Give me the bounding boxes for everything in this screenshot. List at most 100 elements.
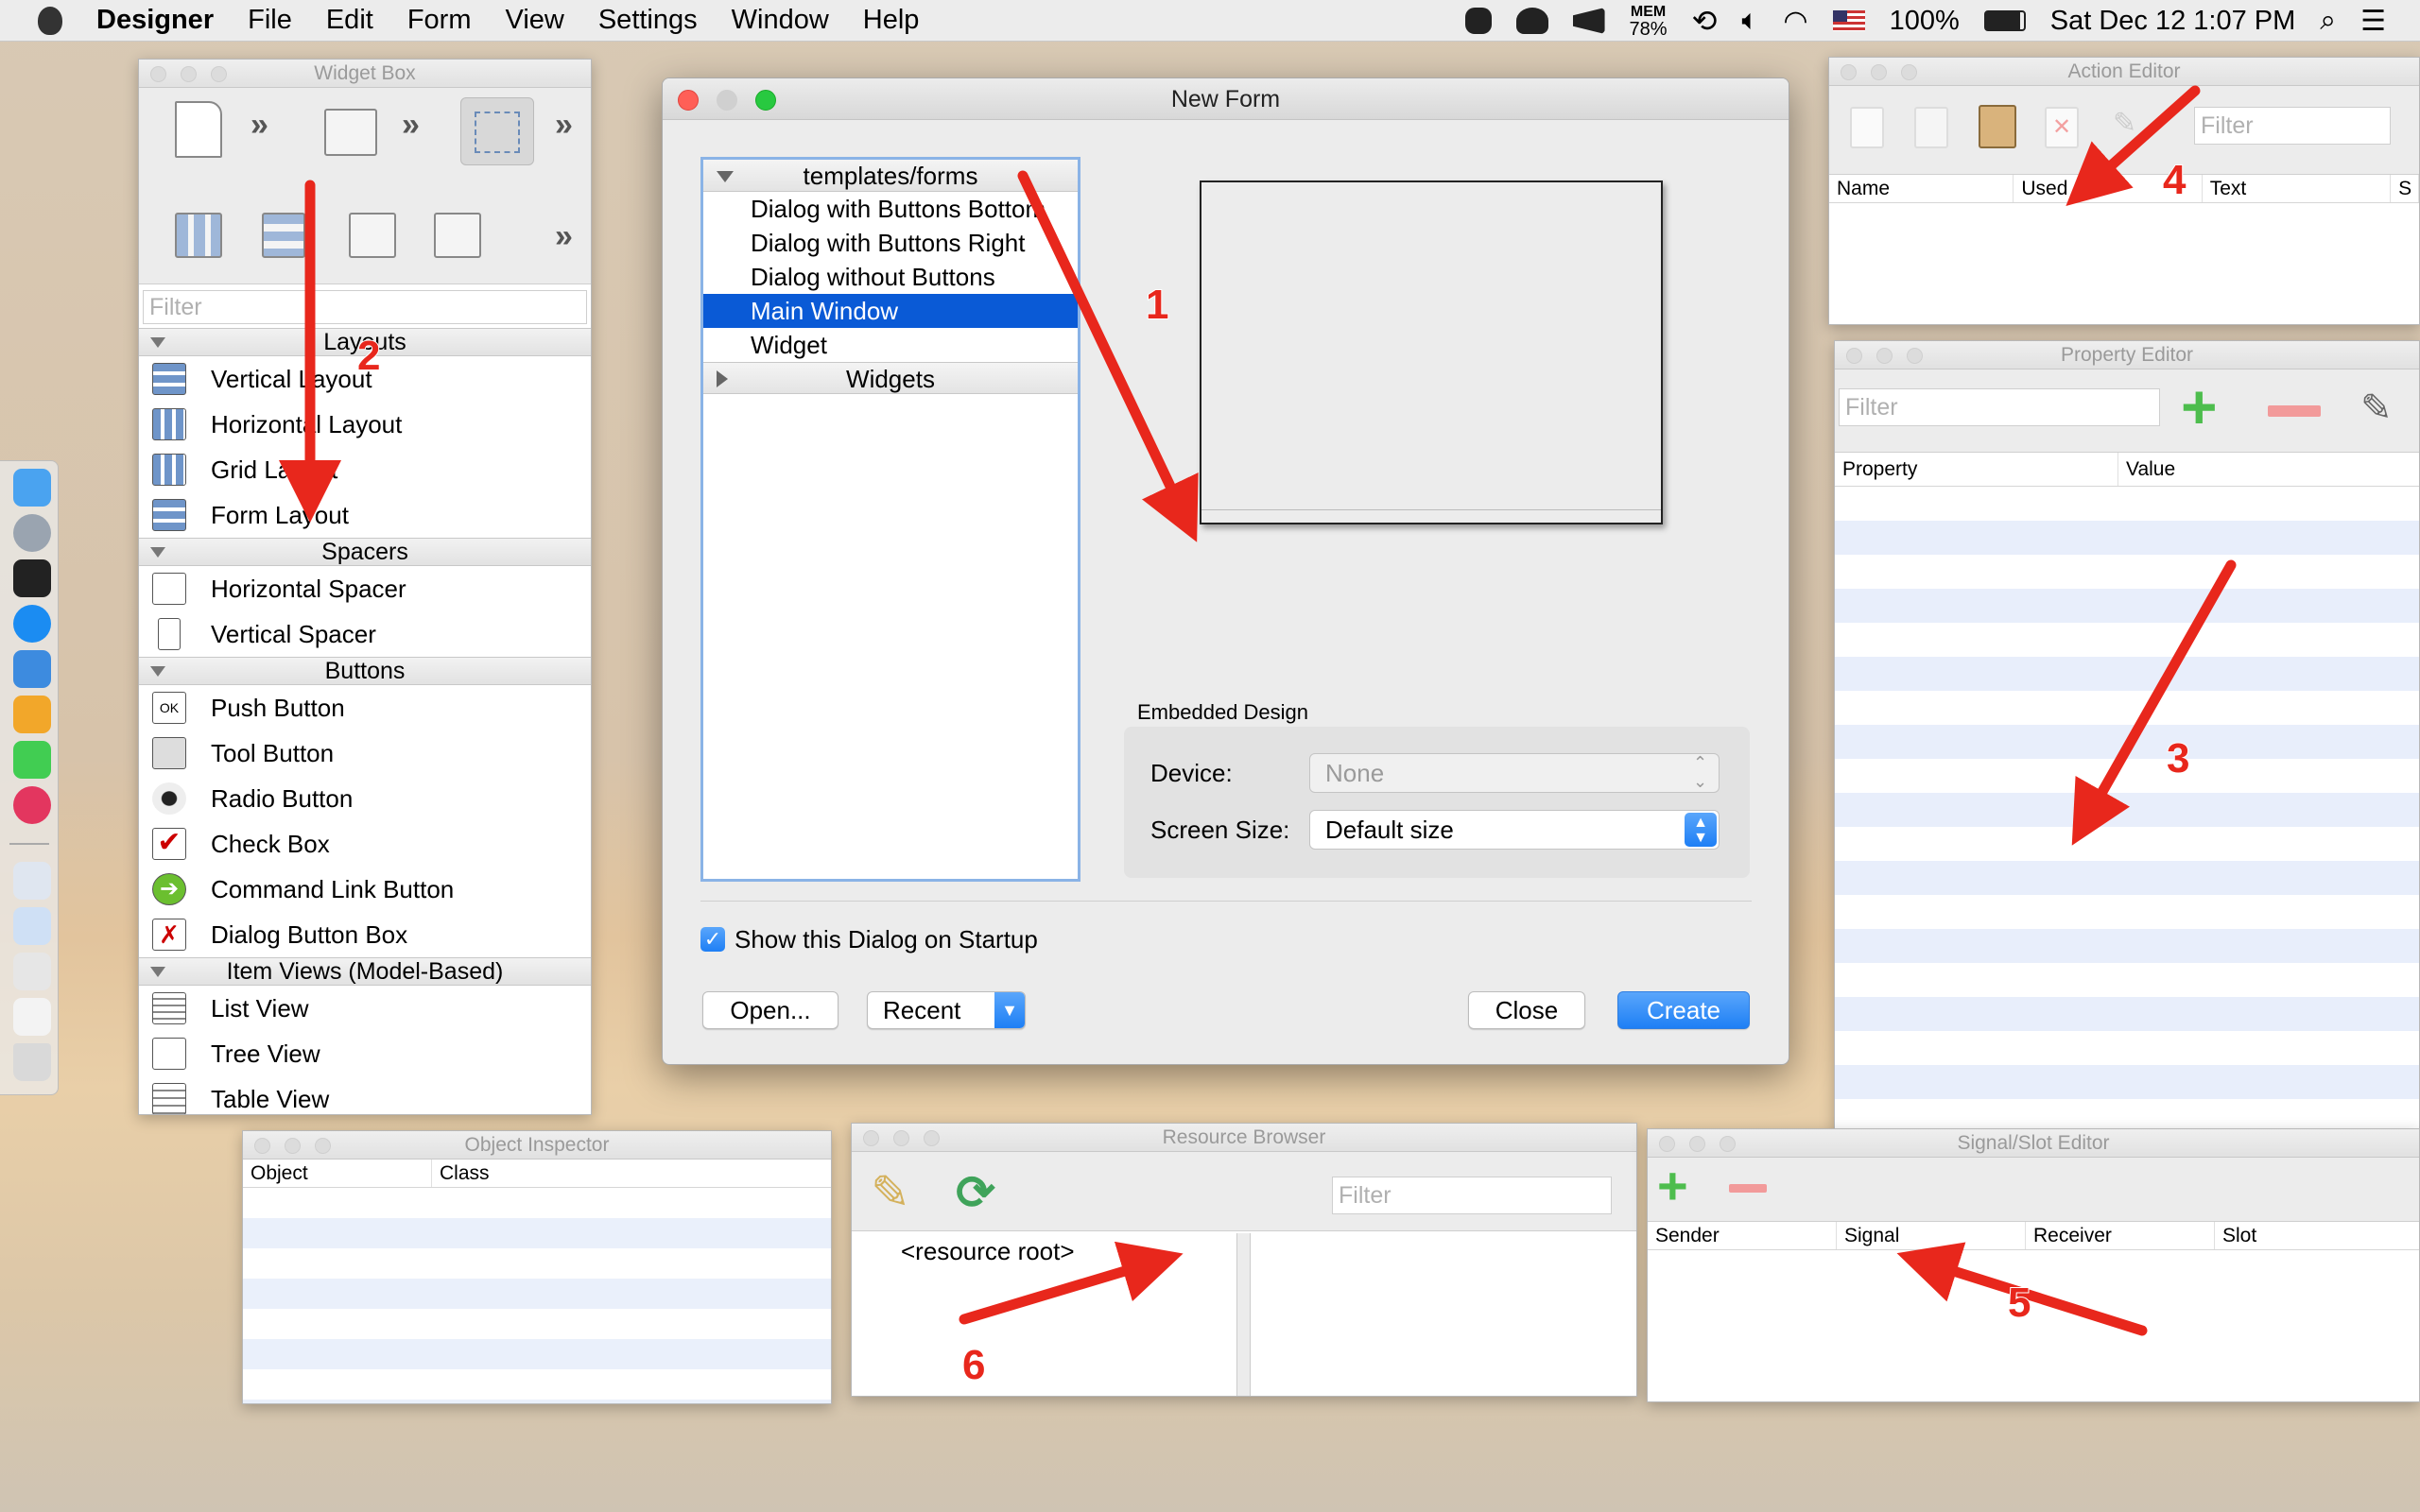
layout-horizontal-icon[interactable] <box>175 213 222 258</box>
widget-item[interactable]: Horizontal Layout <box>139 402 591 447</box>
menu-window[interactable]: Window <box>732 5 829 36</box>
widget-item[interactable]: ✗ Dialog Button Box <box>139 912 591 957</box>
property-filter-input[interactable]: Filter <box>1839 388 2160 426</box>
minimize-icon[interactable] <box>717 90 737 111</box>
minimize-icon[interactable] <box>1876 348 1893 364</box>
minimize-icon[interactable] <box>1689 1136 1705 1152</box>
object-inspector-titlebar[interactable]: Object Inspector <box>243 1131 831 1160</box>
template-tree[interactable]: templates/forms Dialog with Buttons Bott… <box>700 157 1080 882</box>
column-header[interactable]: Property <box>1835 453 2118 486</box>
edit-resources-icon[interactable]: ✎ <box>871 1165 910 1220</box>
template-item[interactable]: Widget <box>703 328 1078 362</box>
widget-item[interactable]: Tool Button <box>139 730 591 776</box>
column-header[interactable]: Sender <box>1648 1222 1837 1249</box>
finder-icon[interactable] <box>13 469 51 507</box>
column-header[interactable]: Object <box>243 1160 432 1187</box>
zoom-icon[interactable] <box>1907 348 1923 364</box>
action-editor-titlebar[interactable]: Action Editor <box>1829 58 2419 86</box>
qt-icon[interactable] <box>13 741 51 779</box>
remove-connection-icon[interactable] <box>1729 1184 1767 1193</box>
widget-item[interactable]: Radio Button <box>139 776 591 821</box>
minimize-icon[interactable] <box>1871 64 1887 80</box>
widget-item[interactable]: Grid Layout <box>139 447 591 492</box>
input-source-flag-icon[interactable] <box>1832 10 1865 31</box>
menu-help[interactable]: Help <box>863 5 920 36</box>
column-header[interactable]: Name <box>1829 175 2014 202</box>
remove-property-icon[interactable] <box>2268 405 2321 417</box>
zoom-icon[interactable] <box>315 1138 331 1154</box>
widget-item[interactable]: Form Layout <box>139 492 591 538</box>
minimize-icon[interactable] <box>181 66 197 82</box>
volume-icon[interactable]: 🔈︎ <box>1741 5 1758 37</box>
menu-settings[interactable]: Settings <box>598 5 698 36</box>
create-button[interactable]: Create <box>1617 991 1750 1029</box>
menu-file[interactable]: File <box>248 5 292 36</box>
close-button[interactable]: Close <box>1468 991 1585 1029</box>
zoom-icon[interactable] <box>1901 64 1917 80</box>
more-chevron-icon[interactable]: » <box>555 107 573 144</box>
category-spacers[interactable]: Spacers <box>139 538 591 566</box>
open-button[interactable]: Open... <box>702 991 838 1029</box>
app-icon[interactable] <box>13 786 51 824</box>
resource-root-item[interactable]: <resource root> <box>852 1233 1236 1266</box>
evernote-icon[interactable] <box>1464 8 1492 34</box>
resource-filter-input[interactable]: Filter <box>1332 1177 1612 1214</box>
add-connection-icon[interactable]: + <box>1657 1160 1688 1212</box>
zoom-icon[interactable] <box>755 90 776 111</box>
delete-action-icon[interactable]: ✕ <box>2045 107 2079 148</box>
more-chevron-icon[interactable]: » <box>402 107 420 144</box>
hat-icon[interactable] <box>1515 8 1548 34</box>
more-chevron-icon[interactable]: » <box>251 107 268 144</box>
widget-item[interactable]: Table View <box>139 1076 591 1114</box>
close-icon[interactable] <box>1659 1136 1675 1152</box>
widget-item[interactable]: Tree View <box>139 1031 591 1076</box>
category-buttons[interactable]: Buttons <box>139 657 591 685</box>
configure-icon[interactable]: ✎ <box>2113 107 2154 148</box>
splitter-handle[interactable] <box>1237 1233 1251 1396</box>
minimize-icon[interactable] <box>893 1130 909 1146</box>
recent-button[interactable]: Recent ▼ <box>867 991 1026 1029</box>
resource-browser-titlebar[interactable]: Resource Browser <box>852 1124 1636 1152</box>
menu-edit[interactable]: Edit <box>326 5 373 36</box>
horseshoe-icon[interactable] <box>13 696 51 733</box>
stepper-icon[interactable]: ▲ ▼ <box>1685 813 1717 847</box>
widget-item[interactable]: Vertical Spacer <box>139 611 591 657</box>
close-icon[interactable] <box>1841 64 1857 80</box>
template-item[interactable]: Dialog with Buttons Right <box>703 226 1078 260</box>
category-item-views[interactable]: Item Views (Model-Based) <box>139 957 591 986</box>
action-filter-input[interactable]: Filter <box>2194 107 2391 145</box>
menu-view[interactable]: View <box>506 5 564 36</box>
column-header[interactable]: S <box>2391 175 2419 202</box>
widget-item[interactable]: List View <box>139 986 591 1031</box>
window-icon[interactable] <box>13 953 51 990</box>
close-icon[interactable] <box>863 1130 879 1146</box>
screen-size-select[interactable]: Default size ▲ ▼ <box>1309 810 1720 850</box>
widget-item[interactable]: ➔ Command Link Button <box>139 867 591 912</box>
launchpad-icon[interactable] <box>13 514 51 552</box>
widget-box-titlebar[interactable]: Widget Box <box>139 60 591 88</box>
window-icon[interactable] <box>13 998 51 1036</box>
column-header[interactable]: Text <box>2203 175 2392 202</box>
widget-item[interactable]: OK Push Button <box>139 685 591 730</box>
disclosure-down-icon[interactable] <box>717 171 734 182</box>
show-on-startup-label[interactable]: Show this Dialog on Startup <box>735 925 1038 954</box>
trash-icon[interactable] <box>13 1043 51 1081</box>
column-header[interactable]: Receiver <box>2026 1222 2215 1249</box>
property-editor-titlebar[interactable]: Property Editor <box>1835 341 2419 369</box>
close-icon[interactable] <box>254 1138 270 1154</box>
widget-item[interactable]: Horizontal Spacer <box>139 566 591 611</box>
widget-item[interactable]: ✔ Check Box <box>139 821 591 867</box>
templates-folder[interactable]: templates/forms <box>703 160 1078 192</box>
column-header[interactable]: Value <box>2118 453 2419 486</box>
battery-icon[interactable] <box>1983 10 2026 31</box>
zoom-icon[interactable] <box>211 66 227 82</box>
column-header[interactable]: Signal <box>1837 1222 2026 1249</box>
resource-tree[interactable]: <resource root> <box>852 1233 1237 1396</box>
signal-slot-editor-titlebar[interactable]: Signal/Slot Editor <box>1648 1129 2419 1158</box>
disclosure-right-icon[interactable] <box>717 370 728 387</box>
speed-icon[interactable] <box>1572 8 1605 34</box>
xcode-icon[interactable] <box>13 650 51 688</box>
menu-form[interactable]: Form <box>407 5 472 36</box>
app-menu[interactable]: Designer <box>96 5 214 36</box>
window-icon[interactable] <box>13 862 51 900</box>
